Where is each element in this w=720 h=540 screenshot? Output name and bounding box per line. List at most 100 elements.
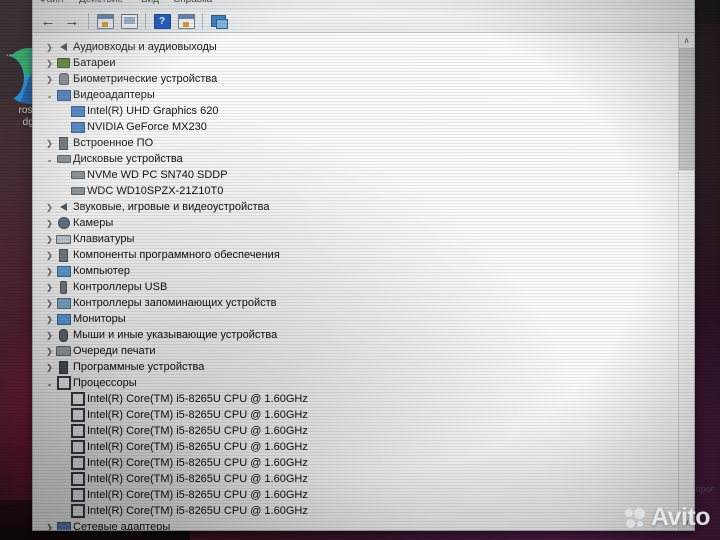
tree-item[interactable]: ❯ Сетевые адаптеры: [43, 519, 678, 530]
chevron-down-icon[interactable]: ⌄: [43, 91, 56, 100]
tree-item[interactable]: ⌄ Процессоры: [43, 375, 678, 391]
chevron-right-icon[interactable]: ❯: [43, 331, 56, 340]
tree-item[interactable]: Intel(R) Core(TM) i5-8265U CPU @ 1.60GHz: [43, 487, 678, 503]
scroll-up-button[interactable]: ∧: [679, 33, 694, 48]
chevron-right-icon[interactable]: ❯: [43, 59, 56, 68]
display-adapter-icon-glyph: [56, 89, 71, 101]
tree-item-label: Intel(R) Core(TM) i5-8265U CPU @ 1.60GHz: [87, 505, 308, 517]
chevron-right-icon[interactable]: ❯: [43, 523, 56, 531]
tree-item[interactable]: ❯ Мыши и иные указывающие устройства: [43, 327, 678, 343]
menu-item-action[interactable]: Действие: [79, 0, 123, 5]
device-tree[interactable]: ❯ Аудиовходы и аудиовыходы ❯ Батареи ❯ Биомет…: [33, 33, 678, 530]
tree-item-label: Сетевые адаптеры: [73, 521, 171, 530]
menu-item-view[interactable]: Вид: [141, 0, 159, 5]
disk-drive-icon: [56, 155, 71, 163]
scrollbar-thumb[interactable]: [679, 48, 694, 170]
chevron-right-icon[interactable]: ❯: [43, 363, 56, 372]
back-button[interactable]: ←: [37, 11, 59, 31]
mouse-icon-glyph: [59, 328, 68, 342]
battery-icon-glyph: [57, 58, 70, 68]
toolbar: ← → ?: [33, 10, 694, 33]
show-hidden-devices-button[interactable]: [94, 11, 116, 31]
menu-item-help[interactable]: Справка: [173, 0, 212, 5]
chevron-right-icon[interactable]: ❯: [43, 139, 56, 148]
tree-item[interactable]: WDC WD10SPZX-21Z10T0: [43, 183, 678, 199]
tree-item[interactable]: ❯ Биометрические устройства: [43, 71, 678, 87]
tree-item[interactable]: Intel(R) Core(TM) i5-8265U CPU @ 1.60GHz: [43, 503, 678, 519]
tree-item[interactable]: ❯ Аудиовходы и аудиовыходы: [43, 39, 678, 55]
tree-item[interactable]: ❯ Компьютер: [43, 263, 678, 279]
tree-item-label: Встроенное ПО: [73, 137, 154, 149]
chevron-down-icon[interactable]: ⌄: [43, 155, 56, 164]
tree-item[interactable]: ❯ Компоненты программного обеспечения: [43, 247, 678, 263]
chevron-right-icon[interactable]: ❯: [43, 251, 56, 260]
chevron-right-icon[interactable]: ❯: [43, 315, 56, 324]
chevron-right-icon[interactable]: ❯: [43, 235, 56, 244]
disk-drive-icon-glyph: [70, 187, 85, 195]
tree-item[interactable]: NVIDIA GeForce MX230: [43, 119, 678, 135]
printer-icon-glyph: [56, 346, 71, 356]
tree-item[interactable]: Intel(R) Core(TM) i5-8265U CPU @ 1.60GHz: [43, 407, 678, 423]
chevron-down-icon[interactable]: ⌄: [43, 379, 56, 388]
chevron-right-icon[interactable]: ❯: [43, 299, 56, 308]
processor-icon-glyph: [56, 376, 71, 390]
tree-item[interactable]: ⌄ Дисковые устройства: [43, 151, 678, 167]
tree-item-label: WDC WD10SPZX-21Z10T0: [87, 185, 224, 197]
update-driver-icon-strip: [178, 14, 194, 19]
vertical-scrollbar[interactable]: ∧ ∨: [678, 33, 694, 530]
tree-item-label: Очереди печати: [73, 345, 156, 357]
tree-item[interactable]: Intel(R) Core(TM) i5-8265U CPU @ 1.60GHz: [43, 423, 678, 439]
forward-button[interactable]: →: [61, 11, 83, 31]
menu-item-file[interactable]: Файл: [39, 0, 64, 5]
wallpaper-top-right-corner: [693, 0, 720, 24]
question-mark-icon: ?: [153, 13, 171, 29]
scan-hardware-icon: [211, 14, 228, 29]
network-adapter-icon: [56, 521, 71, 530]
tree-item-label: Intel(R) Core(TM) i5-8265U CPU @ 1.60GHz: [87, 393, 308, 405]
tree-item-label: Батареи: [73, 57, 116, 69]
tree-item[interactable]: ❯ Встроенное ПО: [43, 135, 678, 151]
chevron-right-icon[interactable]: ❯: [43, 347, 56, 356]
update-driver-button[interactable]: [175, 11, 197, 31]
tree-item[interactable]: ⌄ Видеоадаптеры: [43, 87, 678, 103]
speaker-icon-glyph: [60, 43, 67, 51]
properties-button[interactable]: [118, 11, 140, 31]
firmware-icon-glyph: [59, 136, 68, 150]
speaker-icon: [56, 203, 71, 211]
processor-icon: [70, 504, 85, 518]
tree-item-label: Intel(R) UHD Graphics 620: [87, 105, 219, 117]
tree-item[interactable]: ❯ Контроллеры USB: [43, 279, 678, 295]
tree-item[interactable]: Intel(R) Core(TM) i5-8265U CPU @ 1.60GHz: [43, 471, 678, 487]
chevron-right-icon[interactable]: ❯: [43, 267, 56, 276]
tree-item[interactable]: NVMe WD PC SN740 SDDP: [43, 167, 678, 183]
tree-item[interactable]: ❯ Очереди печати: [43, 343, 678, 359]
tree-item[interactable]: Intel(R) UHD Graphics 620: [43, 103, 678, 119]
chevron-right-icon[interactable]: ❯: [43, 219, 56, 228]
tree-item[interactable]: Intel(R) Core(TM) i5-8265U CPU @ 1.60GHz: [43, 439, 678, 455]
tree-item[interactable]: ❯ Программные устройства: [43, 359, 678, 375]
tree-item[interactable]: ❯ Батареи: [43, 55, 678, 71]
tree-item-label: Intel(R) Core(TM) i5-8265U CPU @ 1.60GHz: [87, 441, 308, 453]
chevron-right-icon[interactable]: ❯: [43, 75, 56, 84]
tree-item[interactable]: ❯ Камеры: [43, 215, 678, 231]
tree-item[interactable]: ❯ Звуковые, игровые и видеоустройства: [43, 199, 678, 215]
tree-item[interactable]: ❯ Клавиатуры: [43, 231, 678, 247]
chevron-right-icon[interactable]: ❯: [43, 203, 56, 212]
update-driver-icon-dot: [182, 21, 189, 27]
scrollbar-track[interactable]: [679, 170, 694, 515]
tree-item-label: Видеоадаптеры: [73, 89, 155, 101]
tree-item[interactable]: Intel(R) Core(TM) i5-8265U CPU @ 1.60GHz: [43, 391, 678, 407]
software-component-icon: [56, 248, 71, 262]
chevron-right-icon[interactable]: ❯: [43, 43, 56, 52]
toolbar-separator-2: [145, 13, 146, 29]
tree-item[interactable]: Intel(R) Core(TM) i5-8265U CPU @ 1.60GHz: [43, 455, 678, 471]
tree-item[interactable]: ❯ Мониторы: [43, 311, 678, 327]
tree-item-label: Клавиатуры: [73, 233, 135, 245]
speaker-icon: [56, 43, 71, 51]
chevron-right-icon[interactable]: ❯: [43, 283, 56, 292]
processor-icon-glyph: [70, 440, 85, 454]
tree-item[interactable]: ❯ Контроллеры запоминающих устройств: [43, 295, 678, 311]
scan-for-hardware-changes-button[interactable]: [208, 11, 230, 31]
avito-dot-d: [636, 520, 643, 527]
help-button[interactable]: ?: [151, 11, 173, 31]
